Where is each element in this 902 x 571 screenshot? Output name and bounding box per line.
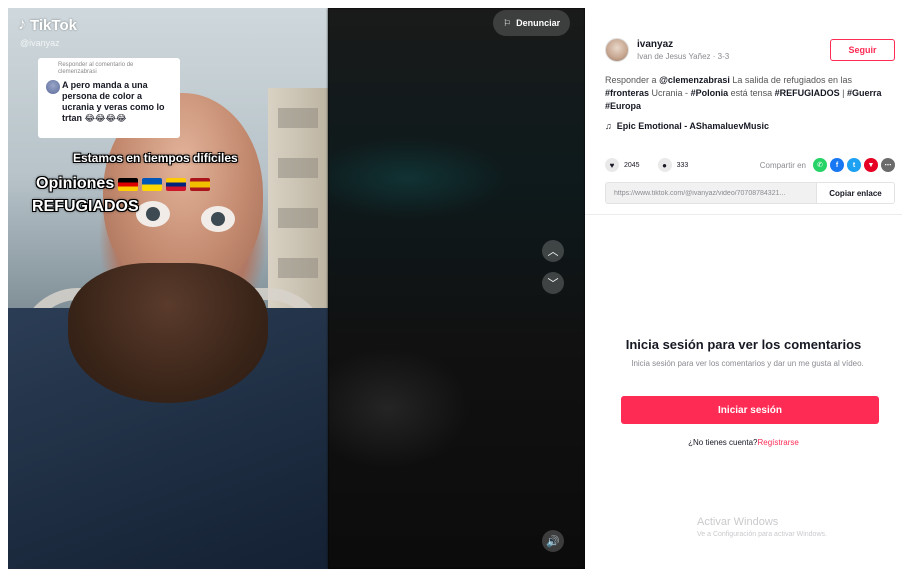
activate-subtitle: Ve a Configuración para activar Windows. <box>697 531 827 538</box>
video-link-url[interactable]: https://www.tiktok.com/@ivanyaz/video/70… <box>606 190 816 197</box>
desc-text-3: está tensa <box>730 88 773 98</box>
like-button[interactable]: ♥ 2045 <box>605 158 640 172</box>
tiktok-note-icon: ♪ <box>18 16 26 33</box>
chevron-down-icon: ﹀ <box>547 278 559 290</box>
author-info[interactable]: ivanyaz Ivan de Jesus Yañez · 3-3 <box>605 38 729 62</box>
desc-text-1: La salida de refugiados en las <box>732 75 852 85</box>
comment-icon: ● <box>657 158 672 172</box>
copy-link-button[interactable]: Copiar enlace <box>816 183 894 203</box>
reply-header: Responder al comentario de <box>58 62 134 68</box>
no-account-text: ¿No tienes cuenta? <box>688 438 758 447</box>
previous-video-button[interactable]: ︿ <box>542 240 564 262</box>
pinterest-icon[interactable]: ▼ <box>864 158 878 172</box>
video-link-box: https://www.tiktok.com/@ivanyaz/video/70… <box>605 182 895 204</box>
heart-icon: ♥ <box>605 158 619 172</box>
stats-row: ♥ 2045 ● 333 Compartir en ✆ f t ▼ ⋯ <box>605 155 895 175</box>
video-description: Responder a @clemenzabrasi La salida de … <box>605 74 895 113</box>
germany-flag-icon <box>118 177 139 191</box>
video-frame[interactable]: ♪ TikTok @ivanyaz Responder al comentari… <box>8 8 328 569</box>
signup-link[interactable]: Regístrarse <box>758 438 799 447</box>
share-label: Compartir en <box>759 160 806 170</box>
volume-button[interactable]: 🔊 <box>542 530 564 552</box>
report-button[interactable]: ⚐ Denunciar <box>493 10 571 36</box>
hashtag-europa[interactable]: #Europa <box>605 101 641 111</box>
right-eye <box>201 206 235 232</box>
more-share-icon[interactable]: ⋯ <box>881 158 895 172</box>
like-count: 2045 <box>624 161 640 169</box>
desc-mention[interactable]: @clemenzabrasi <box>659 75 730 85</box>
whatsapp-icon[interactable]: ✆ <box>813 158 827 172</box>
venezuela-flag-icon <box>166 177 187 191</box>
volume-icon: 🔊 <box>546 535 560 548</box>
report-label: Denunciar <box>516 18 561 28</box>
ukraine-flag-icon <box>142 177 163 191</box>
reply-message: A pero manda a una persona de color a uc… <box>62 80 165 123</box>
facebook-icon[interactable]: f <box>830 158 844 172</box>
left-eye <box>136 201 170 227</box>
flag-icon: ⚐ <box>503 17 512 28</box>
author-username[interactable]: ivanyaz <box>637 39 729 50</box>
comment-count: 333 <box>676 161 689 169</box>
desc-text-2: Ucrania - <box>651 88 689 98</box>
video-info-panel: ivanyaz Ivan de Jesus Yañez · 3-3 Seguir… <box>585 8 902 569</box>
desc-separator: | <box>842 88 845 98</box>
reply-handle: clemenzabrasi <box>58 69 97 75</box>
beard <box>68 263 268 403</box>
activate-title: Activar Windows <box>697 516 779 528</box>
video-player[interactable]: ♪ TikTok @ivanyaz Responder al comentari… <box>8 8 585 569</box>
watermark-username: @ivanyaz <box>20 38 60 48</box>
login-prompt-title: Inicia sesión para ver los comentarios <box>625 337 862 352</box>
music-title: Epic Emotional - AShamaluevMusic <box>616 121 769 131</box>
overlay-caption-1: Estamos en tiempos difíciles <box>73 151 238 165</box>
twitter-icon[interactable]: t <box>847 158 861 172</box>
commenter-avatar <box>46 80 60 94</box>
music-note-icon: ♫ <box>605 121 612 131</box>
author-avatar[interactable] <box>605 38 629 62</box>
tiktok-brand-text: TikTok <box>30 16 77 34</box>
chevron-up-icon: ︿ <box>547 246 559 258</box>
comment-button[interactable]: ● 333 <box>657 158 689 172</box>
author-subtitle: Ivan de Jesus Yañez · 3-3 <box>637 52 730 61</box>
desc-prefix: Responder a <box>605 75 657 85</box>
login-button[interactable]: Iniciar sesión <box>621 396 879 424</box>
overlay-caption-3: REFUGIADOS <box>32 198 139 215</box>
section-divider <box>585 214 902 215</box>
windows-activation-watermark: Activar Windows Ve a Configuración para … <box>697 516 827 538</box>
overlay-caption-2: Opiniones <box>36 175 211 193</box>
spain-flag-icon <box>190 177 211 191</box>
hashtag-fronteras[interactable]: #fronteras <box>605 88 649 98</box>
overlay-caption-2-text: Opiniones <box>36 175 115 192</box>
reply-comment-card: Responder al comentario de clemenzabrasi… <box>38 58 180 138</box>
hashtag-polonia[interactable]: #Polonia <box>691 88 729 98</box>
follow-button[interactable]: Seguir <box>830 39 895 61</box>
tiktok-watermark: ♪ TikTok <box>18 16 77 34</box>
hashtag-refugiados[interactable]: #REFUGIADOS <box>775 88 840 98</box>
next-video-button[interactable]: ﹀ <box>542 272 564 294</box>
hashtag-guerra[interactable]: #Guerra <box>847 88 882 98</box>
signup-row: ¿No tienes cuenta?Regístrarse <box>585 438 902 447</box>
login-prompt-subtitle: Inicia sesión para ver los comentarios y… <box>631 359 864 368</box>
music-link[interactable]: ♫ Epic Emotional - AShamaluevMusic <box>605 121 769 131</box>
